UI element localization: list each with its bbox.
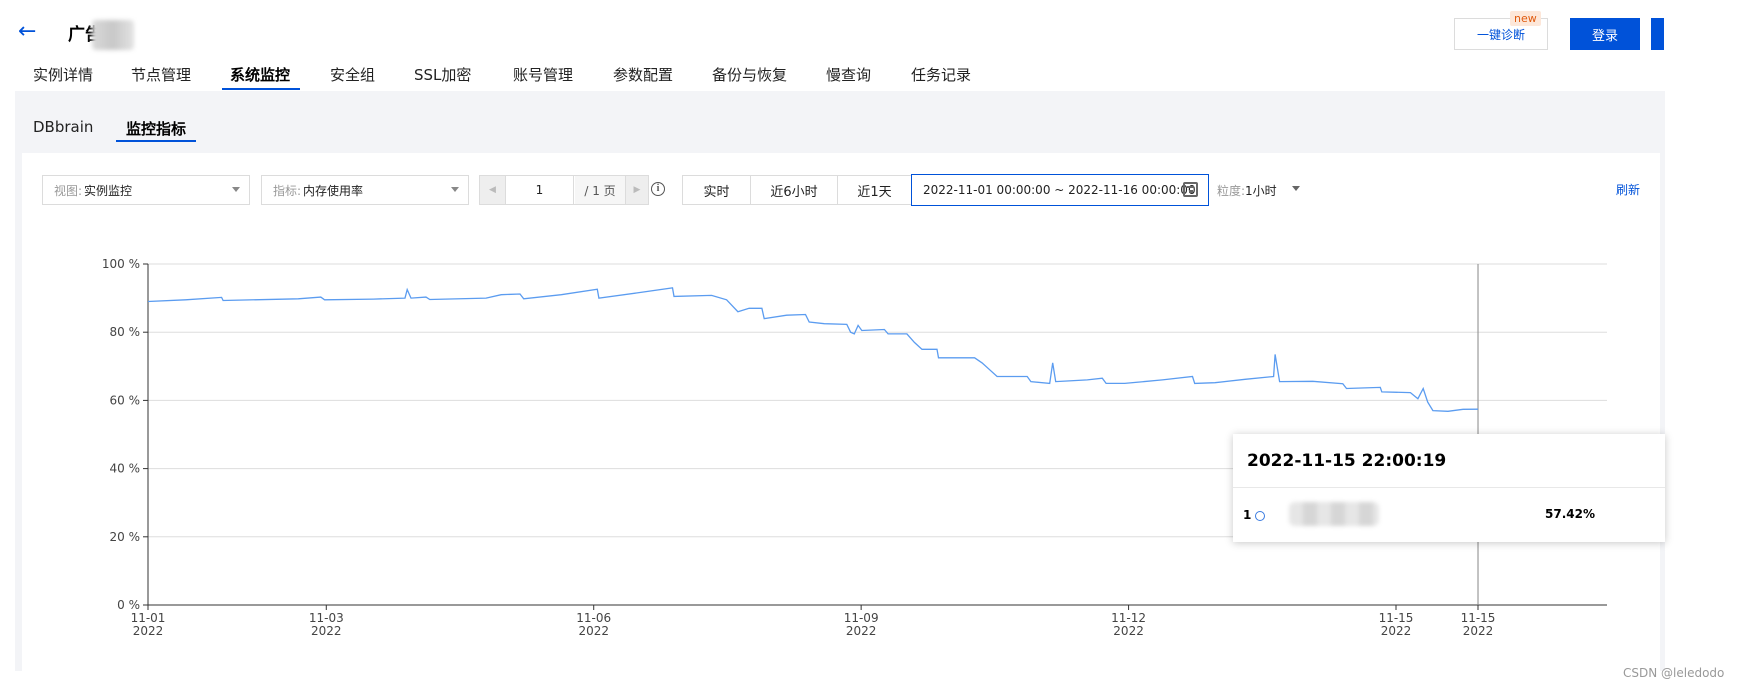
x-tick-year: 2022	[846, 624, 877, 638]
tooltip-series-index: 1	[1243, 508, 1252, 522]
x-tick-date: 11-03	[309, 611, 344, 625]
x-tick-date: 11-01	[131, 611, 166, 625]
tooltip-time: 2022-11-15 22:00:19	[1247, 451, 1447, 471]
y-tick-label: 100 %	[102, 257, 140, 271]
x-tick-year: 2022	[1113, 624, 1144, 638]
x-tick-date: 11-06	[576, 611, 611, 625]
y-tick-label: 40 %	[110, 462, 141, 476]
tooltip-divider	[1233, 487, 1665, 488]
y-tick-label: 60 %	[110, 393, 141, 407]
x-tick-year: 2022	[578, 624, 609, 638]
x-tick-date: 11-09	[844, 611, 879, 625]
x-tick-date: 11-15	[1379, 611, 1414, 625]
x-tick-year: 2022	[311, 624, 342, 638]
x-tick-year: 2022	[133, 624, 164, 638]
y-tick-label: 80 %	[110, 325, 141, 339]
watermark: CSDN @leledodo	[1623, 666, 1725, 680]
x-tick-date: 11-12	[1111, 611, 1146, 625]
series-marker-icon	[1255, 511, 1265, 521]
y-tick-label: 0 %	[117, 598, 140, 612]
tooltip-value: 57.42%	[1545, 507, 1595, 521]
y-tick-label: 20 %	[110, 530, 141, 544]
memory-usage-chart: 0 %20 %40 %60 %80 %100 % 11-01202211-032…	[102, 257, 1607, 638]
x-tick-year: 2022	[1463, 624, 1494, 638]
x-tick-date: 11-15	[1461, 611, 1496, 625]
series-line	[147, 287, 1479, 412]
chart-tooltip: 2022-11-15 22:00:19 1 57.42%	[1233, 434, 1665, 542]
x-tick-year: 2022	[1381, 624, 1412, 638]
redacted-series-name	[1289, 502, 1379, 526]
